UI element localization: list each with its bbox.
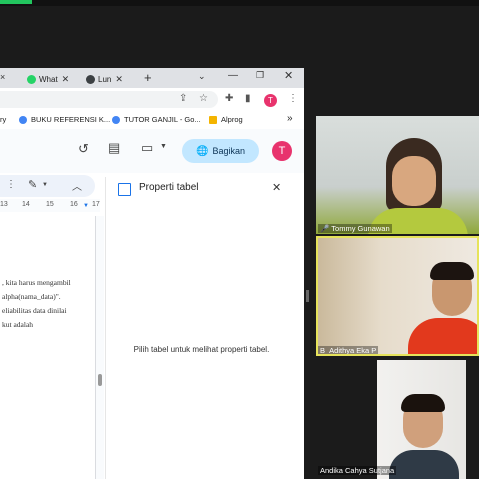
comment-icon[interactable]: ▤: [108, 140, 120, 156]
doc-text-line: kut adalah: [2, 320, 34, 329]
bookmarks-bar: ry BUKU REFERENSI K... TUTOR GANJIL - Go…: [0, 111, 304, 130]
chevron-down-icon[interactable]: ▼: [160, 143, 167, 150]
meeting-top-bar: [0, 0, 479, 6]
table-properties-panel: Properti tabel ✕ Pilih tabel untuk melih…: [105, 177, 297, 479]
panel-title: Properti tabel: [139, 182, 199, 193]
browser-window: × What ✕ Lun ✕ + ⌄ — ❐ ✕ ⇪ ☆ ✚ ▮ ⋮ T ry …: [0, 68, 304, 479]
minimize-icon[interactable]: —: [228, 70, 238, 81]
ruler-tick: 15: [46, 201, 54, 208]
folder-icon: [209, 115, 217, 124]
ruler-tick: 14: [22, 201, 30, 208]
bookmark-label: TUTOR GANJIL - Go...: [124, 115, 201, 124]
menu-icon[interactable]: ⋮: [288, 93, 298, 104]
tab-close-icon[interactable]: ×: [0, 72, 5, 82]
format-toolbar: ⋮ ✎ ▼ ︿: [0, 175, 95, 197]
more-bookmarks-button[interactable]: »: [287, 113, 293, 124]
panel-empty-message: Pilih tabel untuk melihat properti tabel…: [133, 345, 270, 354]
mic-muted-icon: 🎤: [320, 224, 330, 233]
bookmark-star-icon[interactable]: ☆: [199, 93, 208, 104]
participant-hair: [430, 262, 474, 280]
ruler-tick: 16: [70, 201, 78, 208]
table-icon: [118, 183, 131, 196]
doc-text-line: alpha(nama_data)".: [2, 292, 61, 301]
participant-name: Andika Cahya Sutjana: [318, 466, 397, 475]
bookmark-item[interactable]: TUTOR GANJIL - Go...: [112, 115, 201, 124]
tab-lun[interactable]: Lun ✕: [86, 70, 123, 88]
restore-icon[interactable]: ❐: [256, 70, 264, 81]
globe-icon: 🌐: [196, 145, 209, 157]
whatsapp-icon: [27, 74, 36, 84]
chevron-down-icon[interactable]: ▼: [42, 182, 48, 188]
ruler-tick: 17: [92, 201, 100, 208]
bookmark-label: ry: [0, 115, 7, 124]
close-icon[interactable]: ✕: [62, 74, 70, 85]
tab-label: Lun: [98, 74, 112, 84]
chrome-icon: [112, 115, 120, 124]
pencil-icon[interactable]: ✎: [28, 178, 37, 191]
doc-text-line: eliabilitas data dinilai: [2, 306, 67, 315]
chrome-icon: [19, 115, 27, 124]
panel-header: Properti tabel ✕: [106, 177, 297, 207]
close-window-icon[interactable]: ✕: [284, 69, 293, 82]
screen-share-indicator: [0, 0, 32, 4]
participant-hair: [401, 394, 445, 412]
more-options-icon[interactable]: ⋮: [6, 179, 16, 190]
toolbar: ⇪ ☆ ✚ ▮ ⋮: [0, 88, 304, 111]
tab-search-icon[interactable]: ⌄: [198, 71, 206, 82]
tab-label: What: [39, 74, 58, 84]
tab-whatsapp[interactable]: What ✕: [27, 70, 69, 88]
bookmark-label: BUKU REFERENSI K...: [31, 115, 111, 124]
doc-text-line: , kita harus mengambil: [2, 278, 71, 287]
close-icon[interactable]: ✕: [115, 74, 123, 85]
participant-name-text: Tommy Gunawan: [331, 224, 390, 233]
panel-resize-handle[interactable]: [306, 290, 309, 302]
participant-name: B_Adithya Eka P: [318, 346, 379, 355]
meet-icon[interactable]: ▭: [141, 140, 153, 156]
participant-tile[interactable]: 🎤 Tommy Gunawan: [316, 116, 479, 234]
participant-tile-active[interactable]: B_Adithya Eka P: [316, 236, 479, 356]
extensions-icon[interactable]: ✚: [225, 93, 233, 104]
document-page[interactable]: , kita harus mengambil alpha(nama_data)"…: [0, 216, 96, 479]
share-label: Bagikan: [212, 146, 245, 156]
chevron-up-icon[interactable]: ︿: [72, 178, 82, 193]
tab-strip: × What ✕ Lun ✕ + ⌄ — ❐ ✕: [0, 68, 304, 88]
ruler-tick: 13: [0, 201, 8, 208]
participant-shirt: [408, 318, 479, 356]
side-panel-icon[interactable]: ▮: [245, 93, 251, 104]
share-button[interactable]: 🌐 Bagikan: [182, 139, 259, 163]
profile-avatar[interactable]: T: [264, 94, 277, 107]
globe-icon: [86, 74, 95, 84]
participant-name: 🎤 Tommy Gunawan: [318, 224, 392, 233]
ruler-indent-marker[interactable]: ▼: [83, 203, 89, 209]
bookmark-label: Alprog: [221, 115, 243, 124]
scrollbar-thumb[interactable]: [98, 374, 102, 386]
history-icon[interactable]: ↺: [78, 141, 89, 157]
bookmark-item[interactable]: ry: [0, 115, 6, 124]
bookmark-item[interactable]: Alprog: [209, 115, 243, 124]
new-tab-button[interactable]: +: [144, 70, 152, 85]
ruler: 13 14 15 16 ▼ 17: [0, 199, 100, 212]
close-icon[interactable]: ✕: [272, 181, 281, 194]
bookmark-item[interactable]: BUKU REFERENSI K...: [19, 115, 110, 124]
account-avatar[interactable]: T: [272, 141, 292, 161]
participant-tile[interactable]: [377, 360, 466, 479]
share-icon[interactable]: ⇪: [179, 93, 187, 104]
participant-face: [392, 156, 436, 206]
doc-scrollbar[interactable]: [96, 216, 104, 479]
participant-shirt: [389, 450, 459, 479]
